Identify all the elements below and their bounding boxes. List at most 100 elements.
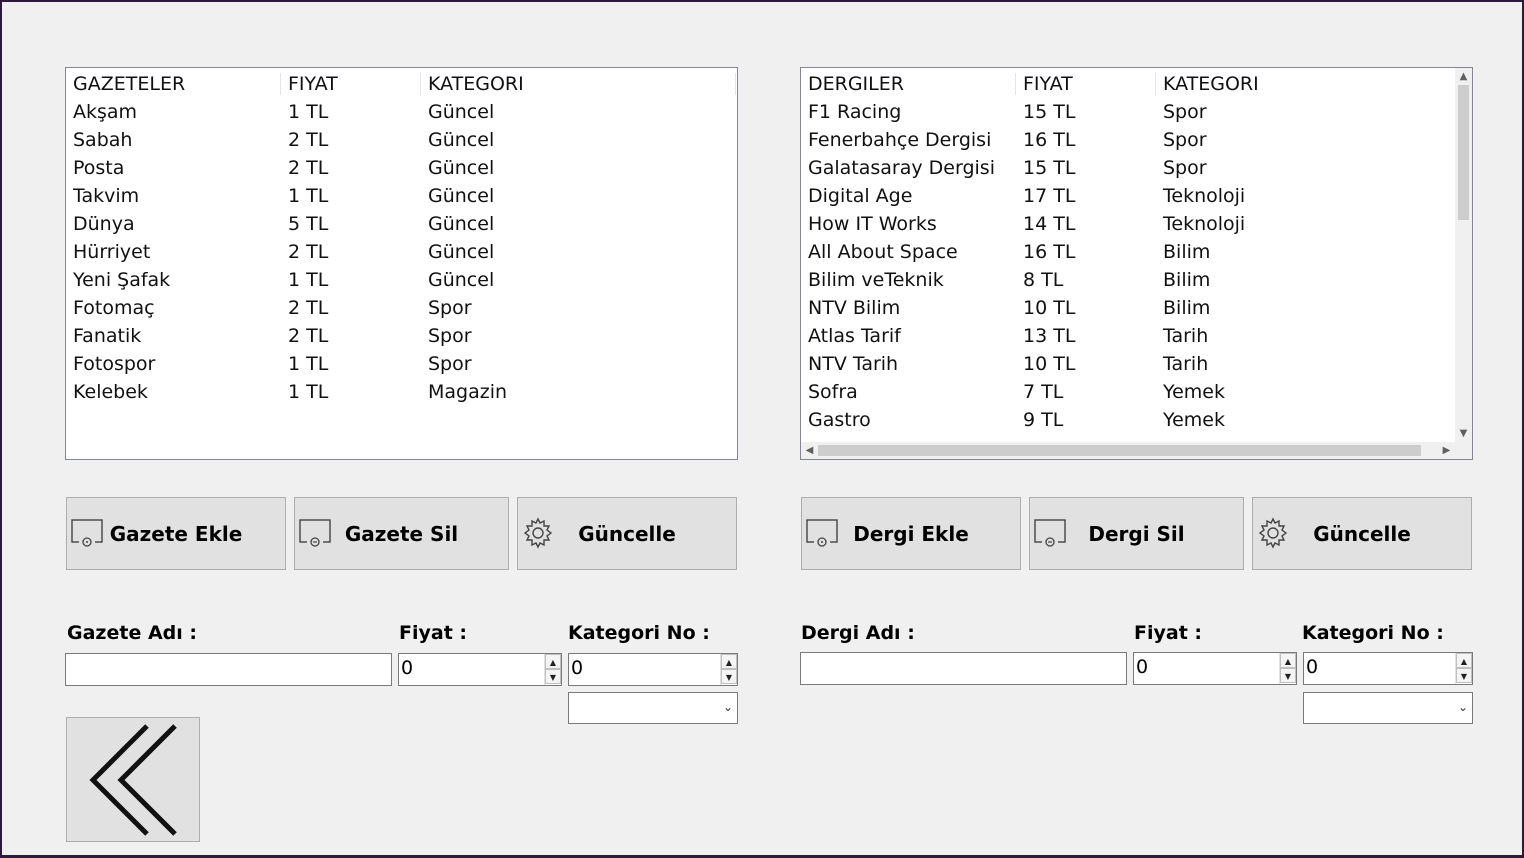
column-header[interactable]: GAZETELER <box>66 73 281 95</box>
column-header[interactable]: KATEGORI <box>421 73 736 95</box>
add-magazine-button[interactable]: Dergi Ekle <box>801 497 1021 570</box>
list-cell: 1 TL <box>288 381 329 403</box>
add-newspaper-button[interactable]: Gazete Ekle <box>66 497 286 570</box>
magazine-name-input[interactable] <box>800 652 1127 685</box>
vertical-scroll-thumb[interactable] <box>1458 85 1469 220</box>
list-cell: Posta <box>73 157 125 179</box>
spin-down-icon[interactable]: ▼ <box>1456 668 1472 683</box>
list-cell: 1 TL <box>288 269 329 291</box>
list-cell: Atlas Tarif <box>808 325 901 347</box>
update-magazine-button[interactable]: Güncelle <box>1252 497 1472 570</box>
magazine-category-dropdown[interactable]: ⌄ <box>1303 692 1473 724</box>
list-item[interactable]: Gastro 9 TL Yemek <box>801 406 1471 434</box>
list-item[interactable]: Takvim 1 TL Güncel <box>66 182 736 210</box>
list-cell: Spor <box>1163 157 1207 179</box>
horizontal-scroll-thumb[interactable] <box>818 445 1421 456</box>
list-item[interactable]: NTV Tarih 10 TL Tarih <box>801 350 1471 378</box>
spin-up-icon[interactable]: ▲ <box>1280 653 1296 668</box>
list-item[interactable]: NTV Bilim 10 TL Bilim <box>801 294 1471 322</box>
magazine-price-stepper[interactable]: 0 ▲ ▼ <box>1133 652 1297 685</box>
list-item[interactable]: Sabah 2 TL Güncel <box>66 126 736 154</box>
list-item[interactable]: Bilim veTeknik 8 TL Bilim <box>801 266 1471 294</box>
spin-up-icon[interactable]: ▲ <box>545 654 561 669</box>
list-cell: Sabah <box>73 129 133 151</box>
list-item[interactable]: Fotomaç 2 TL Spor <box>66 294 736 322</box>
spin-buttons[interactable]: ▲ ▼ <box>1455 653 1472 684</box>
newspaper-price-stepper[interactable]: 0 ▲ ▼ <box>398 653 562 686</box>
list-cell: Spor <box>428 297 472 319</box>
list-item[interactable]: How IT Works 14 TL Teknoloji <box>801 210 1471 238</box>
magazine-horizontal-scrollbar[interactable]: ◀ ▶ <box>801 442 1455 459</box>
list-cell: Güncel <box>428 185 495 207</box>
update-newspaper-button[interactable]: Güncelle <box>517 497 737 570</box>
scroll-down-icon[interactable]: ▼ <box>1455 425 1472 442</box>
list-cell: 2 TL <box>288 241 329 263</box>
spin-up-icon[interactable]: ▲ <box>1456 653 1472 668</box>
newspaper-category-value: 0 <box>571 657 584 679</box>
back-button[interactable] <box>66 717 200 842</box>
list-item[interactable]: Yeni Şafak 1 TL Güncel <box>66 266 736 294</box>
scroll-right-icon[interactable]: ▶ <box>1438 442 1455 459</box>
column-header[interactable]: FIYAT <box>1016 73 1156 95</box>
list-cell: Fotospor <box>73 353 156 375</box>
list-item[interactable]: Hürriyet 2 TL Güncel <box>66 238 736 266</box>
newspaper-name-input[interactable] <box>65 653 392 686</box>
list-cell: NTV Bilim <box>808 297 901 319</box>
list-cell: 13 TL <box>1023 325 1076 347</box>
spin-buttons[interactable]: ▲ ▼ <box>544 654 561 685</box>
list-item[interactable]: Fotospor 1 TL Spor <box>66 350 736 378</box>
list-item[interactable]: Kelebek 1 TL Magazin <box>66 378 736 406</box>
scroll-up-icon[interactable]: ▲ <box>1455 68 1472 85</box>
list-item[interactable]: Dünya 5 TL Güncel <box>66 210 736 238</box>
delete-newspaper-label: Gazete Sil <box>344 522 459 546</box>
newspaper-category-label: Kategori No : <box>568 622 710 644</box>
newspaper-category-dropdown[interactable]: ⌄ <box>568 692 738 724</box>
magazine-list[interactable]: DERGILER FIYAT KATEGORI F1 Racing 15 TL Spor F… <box>800 67 1473 460</box>
scroll-left-icon[interactable]: ◀ <box>801 442 818 459</box>
spin-up-icon[interactable]: ▲ <box>721 654 737 669</box>
delete-newspaper-button[interactable]: Gazete Sil <box>294 497 509 570</box>
spin-buttons[interactable]: ▲ ▼ <box>720 654 737 685</box>
magazine-category-stepper[interactable]: 0 ▲ ▼ <box>1303 652 1473 685</box>
list-item[interactable]: All About Space 16 TL Bilim <box>801 238 1471 266</box>
column-header-row: DERGILER FIYAT KATEGORI <box>801 70 1471 98</box>
newspaper-list[interactable]: GAZETELER FIYAT KATEGORI Akşam 1 TL Güncel Sab… <box>65 67 738 460</box>
spin-down-icon[interactable]: ▼ <box>545 669 561 684</box>
column-header[interactable]: FIYAT <box>281 73 421 95</box>
list-cell: NTV Tarih <box>808 353 899 375</box>
list-cell: All About Space <box>808 241 958 263</box>
list-cell: Yemek <box>1163 381 1225 403</box>
column-header[interactable]: KATEGORI <box>1156 73 1471 95</box>
list-item[interactable]: Fanatik 2 TL Spor <box>66 322 736 350</box>
list-cell: Teknoloji <box>1163 213 1246 235</box>
spin-down-icon[interactable]: ▼ <box>721 669 737 684</box>
magazine-price-label: Fiyat : <box>1134 622 1202 644</box>
spin-buttons[interactable]: ▲ ▼ <box>1279 653 1296 684</box>
list-item[interactable]: Galatasaray Dergisi 15 TL Spor <box>801 154 1471 182</box>
delete-magazine-button[interactable]: Dergi Sil <box>1029 497 1244 570</box>
spin-down-icon[interactable]: ▼ <box>1280 668 1296 683</box>
list-cell: Fanatik <box>73 325 142 347</box>
list-cell: Spor <box>1163 129 1207 151</box>
list-cell: 10 TL <box>1023 353 1076 375</box>
list-cell: Yeni Şafak <box>73 269 171 291</box>
magazine-vertical-scrollbar[interactable]: ▲ ▼ <box>1455 68 1472 442</box>
list-item[interactable]: Digital Age 17 TL Teknoloji <box>801 182 1471 210</box>
column-header[interactable]: DERGILER <box>801 73 1016 95</box>
list-item[interactable]: F1 Racing 15 TL Spor <box>801 98 1471 126</box>
list-cell: Dünya <box>73 213 135 235</box>
list-cell: Güncel <box>428 101 495 123</box>
list-item[interactable]: Sofra 7 TL Yemek <box>801 378 1471 406</box>
newspaper-category-stepper[interactable]: 0 ▲ ▼ <box>568 653 738 686</box>
list-item[interactable]: Atlas Tarif 13 TL Tarih <box>801 322 1471 350</box>
newspaper-price-value: 0 <box>401 657 414 679</box>
list-item[interactable]: Fenerbahçe Dergisi 16 TL Spor <box>801 126 1471 154</box>
double-chevron-left-icon <box>89 724 177 836</box>
list-item[interactable]: Akşam 1 TL Güncel <box>66 98 736 126</box>
list-cell: Güncel <box>428 269 495 291</box>
list-cell: Spor <box>428 325 472 347</box>
list-item[interactable]: Posta 2 TL Güncel <box>66 154 736 182</box>
list-cell: Bilim veTeknik <box>808 269 944 291</box>
list-cell: 2 TL <box>288 157 329 179</box>
newspaper-table: GAZETELER FIYAT KATEGORI Akşam 1 TL Güncel Sab… <box>66 70 736 406</box>
